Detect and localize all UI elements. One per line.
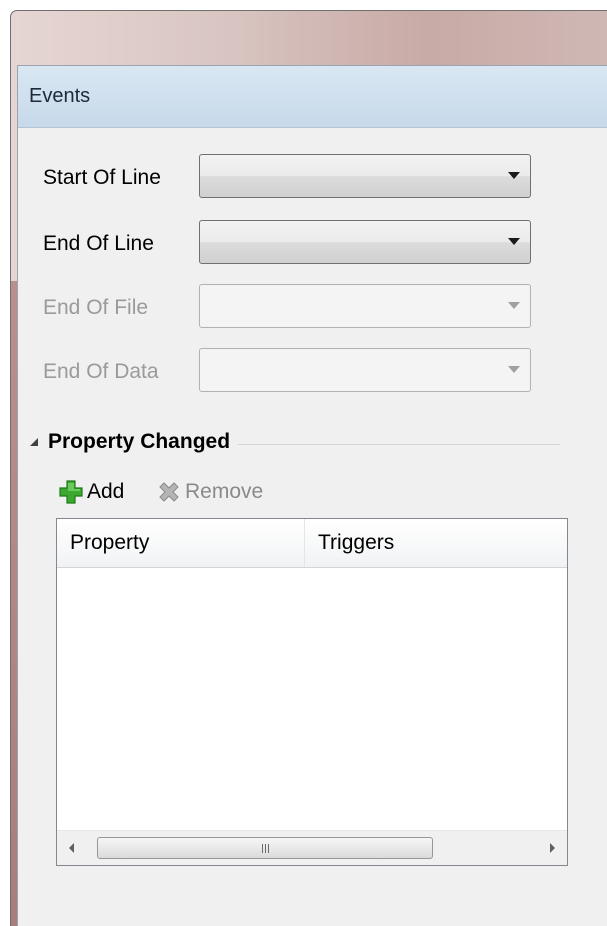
panel-title: Events: [29, 85, 91, 107]
panel-header: Events: [18, 66, 607, 128]
property-toolbar: Add Remove: [43, 476, 443, 508]
collapse-triangle-icon[interactable]: [30, 438, 38, 446]
end-of-file-combobox: [199, 284, 531, 328]
remove-label: Remove: [185, 480, 264, 503]
end-of-data-combobox: [199, 348, 531, 392]
column-header-triggers-label: Triggers: [318, 531, 395, 554]
scrollbar-thumb[interactable]: [97, 837, 433, 859]
start-of-line-combobox[interactable]: [199, 154, 531, 198]
end-of-file-label: End Of File: [43, 296, 149, 319]
scroll-right-icon[interactable]: [550, 843, 555, 853]
column-header-property-label: Property: [70, 531, 150, 554]
dropdown-arrow-icon: [508, 366, 520, 373]
dropdown-arrow-icon: [508, 302, 520, 309]
remove-button[interactable]: Remove: [157, 476, 263, 508]
start-of-line-row: Start Of Line: [43, 154, 543, 200]
dropdown-arrow-icon[interactable]: [508, 172, 520, 179]
column-header-triggers[interactable]: Triggers: [305, 519, 567, 567]
plus-icon: [59, 480, 83, 504]
add-label: Add: [87, 480, 125, 503]
end-of-line-row: End Of Line: [43, 220, 543, 266]
dropdown-arrow-icon[interactable]: [508, 238, 520, 245]
end-of-file-row: End Of File: [43, 284, 543, 330]
end-of-data-label: End Of Data: [43, 360, 159, 383]
list-header: Property Triggers: [57, 519, 567, 568]
end-of-line-label: End Of Line: [43, 232, 154, 255]
start-of-line-label: Start Of Line: [43, 166, 161, 189]
end-of-line-combobox[interactable]: [199, 220, 531, 264]
end-of-data-row: End Of Data: [43, 348, 543, 394]
property-list[interactable]: Property Triggers: [56, 518, 568, 866]
grip-icon: [261, 843, 269, 853]
property-changed-title[interactable]: Property Changed: [48, 430, 239, 454]
property-changed-section: Property Changed: [30, 430, 560, 460]
scroll-left-icon[interactable]: [69, 843, 74, 853]
add-button[interactable]: Add: [59, 476, 124, 508]
x-icon: [159, 482, 179, 502]
horizontal-scrollbar[interactable]: [57, 830, 567, 865]
column-header-property[interactable]: Property: [57, 519, 305, 567]
